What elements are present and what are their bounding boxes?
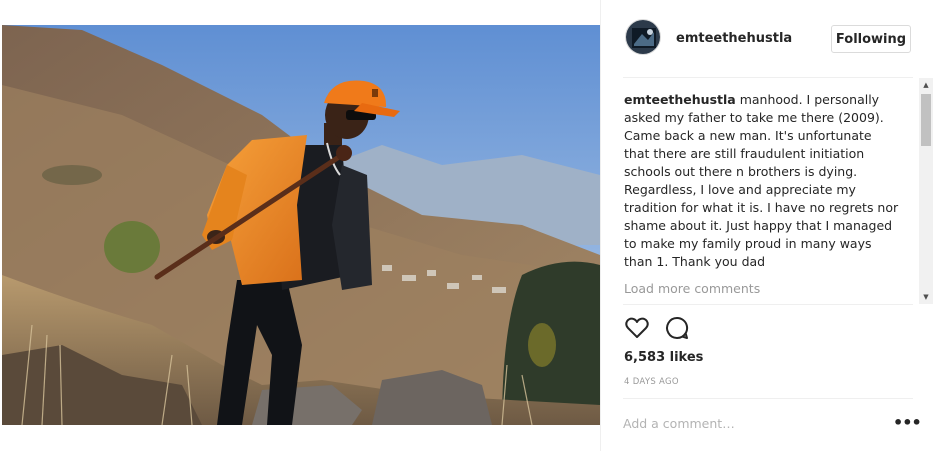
post-header: emteethehustla Following — [601, 0, 935, 77]
scrollbar-thumb[interactable] — [921, 94, 931, 146]
caption-username[interactable]: emteethehustla — [624, 92, 736, 107]
following-button[interactable]: Following — [831, 25, 911, 53]
divider — [623, 304, 913, 305]
likes-count[interactable]: 6,583 likes — [624, 350, 703, 365]
speech-bubble-icon[interactable] — [663, 314, 691, 342]
add-comment-input[interactable] — [623, 412, 873, 434]
post-caption: emteethehustla manhood. I personally ask… — [624, 91, 900, 271]
post-photo[interactable] — [2, 25, 600, 425]
photo-panel — [0, 0, 601, 451]
post-actions — [623, 314, 703, 342]
post-timestamp[interactable]: 4 DAYS AGO — [624, 377, 679, 387]
heart-outline-icon[interactable] — [623, 314, 651, 342]
username-link[interactable]: emteethehustla — [676, 31, 792, 46]
comments-scrollbar[interactable]: ▲ ▼ — [919, 78, 933, 304]
triangle-up-icon[interactable]: ▲ — [919, 78, 933, 92]
triangle-down-icon[interactable]: ▼ — [919, 290, 933, 304]
ellipsis-icon[interactable]: ••• — [893, 413, 922, 433]
post-sidebar: emteethehustla Following emteethehustla … — [601, 0, 935, 451]
divider — [623, 398, 913, 399]
avatar[interactable] — [625, 19, 661, 55]
instagram-post: emteethehustla Following emteethehustla … — [0, 0, 935, 451]
caption-text: manhood. I personally asked my father to… — [624, 92, 899, 269]
comments-area: emteethehustla manhood. I personally ask… — [623, 78, 920, 304]
load-more-comments-link[interactable]: Load more comments — [624, 281, 760, 296]
